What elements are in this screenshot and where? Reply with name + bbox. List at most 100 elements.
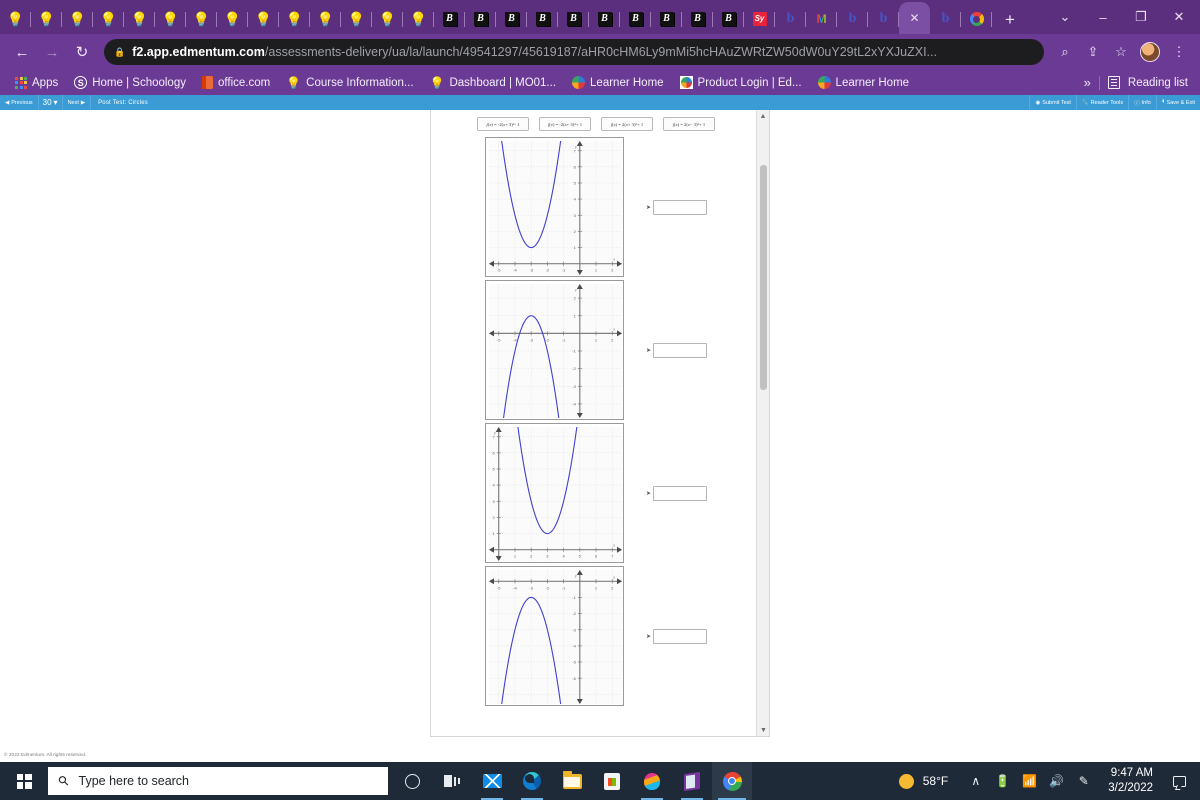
browser-tab-24[interactable]: Sy bbox=[744, 4, 775, 34]
zoom-icon[interactable]: ⌕ bbox=[1052, 39, 1078, 65]
windows-taskbar: ⚲ Type here to search 58°F ∧ 🔋 📶 🔊 ✎ 9:4… bbox=[0, 762, 1200, 800]
browser-tab-26[interactable]: M bbox=[806, 4, 837, 34]
minimize-button[interactable]: – bbox=[1084, 2, 1122, 32]
bookmark-item-3[interactable]: 💡 Course Information... bbox=[279, 74, 420, 92]
browser-tab-22[interactable]: B bbox=[682, 4, 713, 34]
onenote-button[interactable] bbox=[672, 762, 712, 800]
browser-tab-0[interactable]: 💡 bbox=[0, 4, 31, 34]
draggable-choice-3[interactable]: f(x) = 2(x + 3) 2 + 1 bbox=[601, 117, 653, 131]
browser-tab-19[interactable]: B bbox=[589, 4, 620, 34]
show-hidden-icons-chevron[interactable]: ∧ bbox=[962, 762, 989, 800]
info-button[interactable]: ⓘ Info bbox=[1128, 95, 1156, 110]
question-scrollbar[interactable]: ▲ ▼ bbox=[756, 110, 769, 736]
edge-button[interactable] bbox=[512, 762, 552, 800]
profile-avatar[interactable] bbox=[1140, 42, 1160, 62]
browser-tab-5[interactable]: 💡 bbox=[155, 4, 186, 34]
tab-search-chevron-icon[interactable]: ⌄ bbox=[1046, 2, 1084, 32]
reload-button[interactable]: ↻ bbox=[68, 38, 96, 66]
bookmark-star-icon[interactable]: ☆ bbox=[1108, 39, 1134, 65]
browser-tab-30[interactable]: b bbox=[930, 4, 961, 34]
draggable-choice-4[interactable]: f(x) = 2(x − 3) 2 + 1 bbox=[663, 117, 715, 131]
browser-tab-4[interactable]: 💡 bbox=[124, 4, 155, 34]
bookmark-item-5[interactable]: Learner Home bbox=[565, 74, 671, 91]
start-button[interactable] bbox=[0, 762, 48, 800]
forward-button[interactable]: → bbox=[38, 38, 66, 66]
microsoft-store-button[interactable] bbox=[592, 762, 632, 800]
browser-tab-21[interactable]: B bbox=[651, 4, 682, 34]
browser-tab-11[interactable]: 💡 bbox=[341, 4, 372, 34]
bookmarks-overflow-icon[interactable]: » bbox=[1084, 75, 1091, 90]
browser-tab-29[interactable]: ✕ bbox=[899, 2, 930, 34]
browser-tab-9[interactable]: 💡 bbox=[279, 4, 310, 34]
mail-button[interactable] bbox=[472, 762, 512, 800]
cortana-button[interactable] bbox=[392, 762, 432, 800]
drop-4[interactable] bbox=[653, 628, 708, 644]
browser-tab-23[interactable]: B bbox=[713, 4, 744, 34]
next-question-button[interactable]: Next ▶ bbox=[63, 95, 92, 110]
taskbar-search-input[interactable]: ⚲ Type here to search bbox=[48, 767, 388, 795]
browser-tab-25[interactable]: b bbox=[775, 4, 806, 34]
browser-tab-27[interactable]: b bbox=[837, 4, 868, 34]
browser-tab-31[interactable] bbox=[961, 4, 992, 34]
back-button[interactable]: ← bbox=[8, 38, 36, 66]
previous-question-button[interactable]: ◀ Previous bbox=[0, 95, 39, 110]
taskbar-clock[interactable]: 9:47 AM 3/2/2022 bbox=[1097, 766, 1164, 795]
wifi-icon[interactable]: 📶 bbox=[1016, 762, 1043, 800]
bookmark-item-1[interactable]: S Home | Schoology bbox=[67, 74, 193, 91]
save-exit-button[interactable]: ⏴ Save & Exit bbox=[1155, 95, 1200, 110]
svg-text:y: y bbox=[493, 430, 496, 435]
weather-widget[interactable]: 58°F bbox=[885, 773, 962, 789]
bookmark-item-2[interactable]: office.com bbox=[195, 74, 277, 91]
reader-tools-button[interactable]: 🔧 Reader Tools bbox=[1075, 95, 1128, 110]
share-icon[interactable]: ⇪ bbox=[1080, 39, 1106, 65]
bookmark-item-7[interactable]: Learner Home bbox=[811, 74, 917, 91]
drop-2[interactable] bbox=[653, 342, 708, 358]
notifications-button[interactable] bbox=[1164, 762, 1194, 800]
bulb-icon: 💡 bbox=[68, 11, 87, 27]
blackboard-icon: B bbox=[442, 12, 457, 27]
bookmark-item-6[interactable]: Product Login | Ed... bbox=[673, 74, 809, 91]
browser-tab-1[interactable]: 💡 bbox=[31, 4, 62, 34]
address-bar[interactable]: 🔒 f2.app.edmentum.com/assessments-delive… bbox=[104, 39, 1044, 65]
drop-1[interactable] bbox=[653, 199, 708, 215]
scroll-up-button[interactable]: ▲ bbox=[757, 110, 769, 123]
paint-3d-button[interactable] bbox=[632, 762, 672, 800]
chrome-button[interactable] bbox=[712, 762, 752, 800]
new-tab-button[interactable]: + bbox=[996, 6, 1024, 34]
draggable-choice-1[interactable]: f(x) = -2(x + 3) 2 - 1 bbox=[477, 117, 529, 131]
browser-tab-14[interactable]: B bbox=[434, 4, 465, 34]
bulb-icon: 💡 bbox=[429, 75, 445, 90]
pen-icon[interactable]: ✎ bbox=[1070, 762, 1097, 800]
browser-tab-3[interactable]: 💡 bbox=[93, 4, 124, 34]
browser-tab-6[interactable]: 💡 bbox=[186, 4, 217, 34]
browser-tab-12[interactable]: 💡 bbox=[372, 4, 403, 34]
draggable-choice-2[interactable]: f(x) = -2(x + 3) 2 + 1 bbox=[539, 117, 591, 131]
drop-3[interactable] bbox=[653, 485, 708, 501]
browser-tab-8[interactable]: 💡 bbox=[248, 4, 279, 34]
browser-tab-13[interactable]: 💡 bbox=[403, 4, 434, 34]
browser-tab-2[interactable]: 💡 bbox=[62, 4, 93, 34]
question-count-label: 30 bbox=[42, 98, 52, 107]
chrome-menu-icon[interactable]: ⋮ bbox=[1166, 39, 1192, 65]
browser-tab-20[interactable]: B bbox=[620, 4, 651, 34]
close-window-button[interactable]: ✕ bbox=[1160, 2, 1198, 32]
file-explorer-button[interactable] bbox=[552, 762, 592, 800]
submit-test-button[interactable]: ◉ Submit Test bbox=[1029, 95, 1075, 110]
maximize-restore-button[interactable]: ❐ bbox=[1122, 2, 1160, 32]
browser-tab-16[interactable]: B bbox=[496, 4, 527, 34]
browser-tab-10[interactable]: 💡 bbox=[310, 4, 341, 34]
chevron-down-icon: ▾ bbox=[53, 98, 58, 107]
battery-icon[interactable]: 🔋 bbox=[989, 762, 1016, 800]
task-view-button[interactable] bbox=[432, 762, 472, 800]
browser-tab-15[interactable]: B bbox=[465, 4, 496, 34]
question-count-dropdown[interactable]: 30 ▾ bbox=[39, 95, 63, 110]
browser-tab-7[interactable]: 💡 bbox=[217, 4, 248, 34]
browser-tab-17[interactable]: B bbox=[527, 4, 558, 34]
volume-icon[interactable]: 🔊 bbox=[1043, 762, 1070, 800]
scroll-down-button[interactable]: ▼ bbox=[757, 724, 769, 736]
browser-tab-28[interactable]: b bbox=[868, 4, 899, 34]
bookmark-item-4[interactable]: 💡 Dashboard | MO01... bbox=[423, 74, 564, 92]
bookmark-item-0[interactable]: Apps bbox=[8, 75, 65, 91]
scrollbar-thumb[interactable] bbox=[760, 165, 767, 390]
browser-tab-18[interactable]: B bbox=[558, 4, 589, 34]
